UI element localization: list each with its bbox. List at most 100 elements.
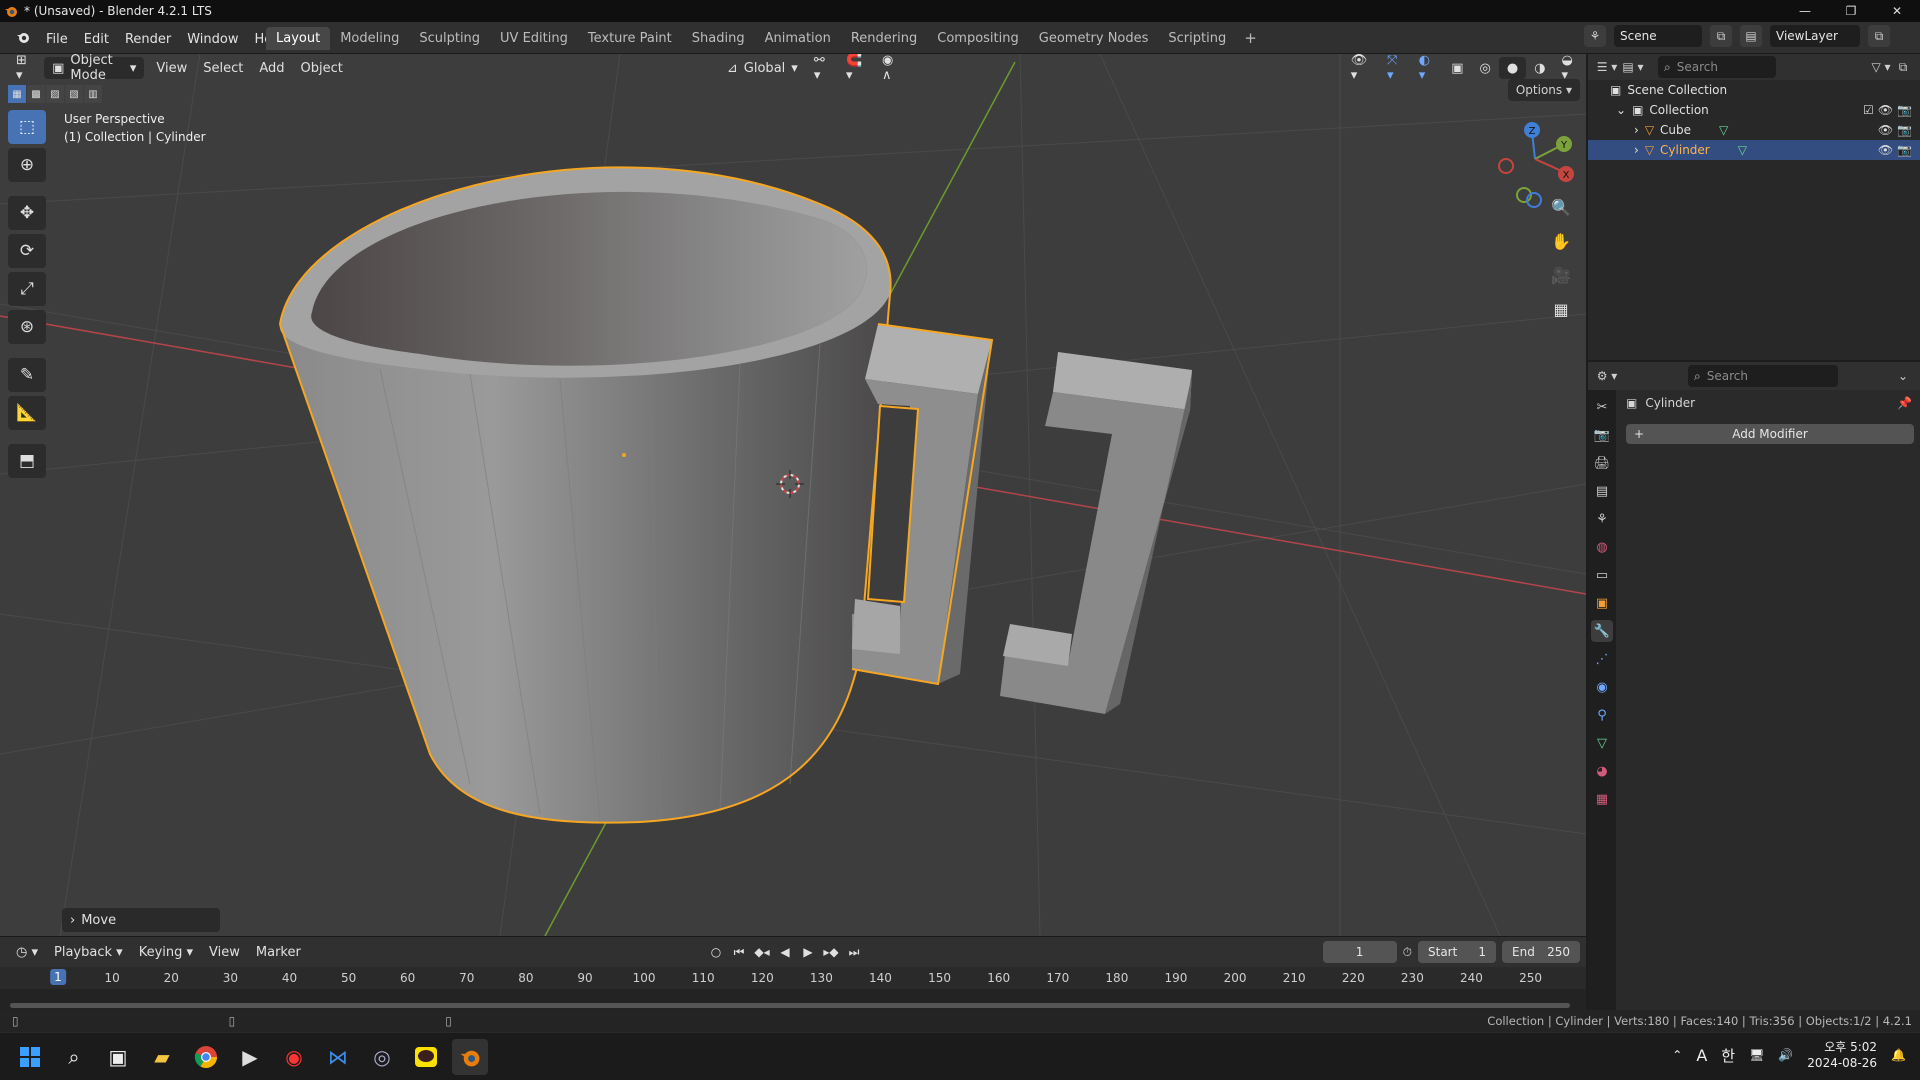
- cube-handle[interactable]: [1000, 352, 1192, 714]
- proportional-edit-icon[interactable]: ◉ ∧: [874, 54, 909, 83]
- ime-language-label[interactable]: 한: [1721, 1045, 1735, 1066]
- menu-edit[interactable]: Edit: [76, 29, 117, 50]
- outliner-item-cylinder[interactable]: › ▽ Cylinder ▽ 👁 📷: [1588, 140, 1920, 160]
- start-frame-field[interactable]: Start 1: [1418, 941, 1496, 963]
- output-tab-icon[interactable]: 🖨: [1591, 452, 1613, 474]
- cursor-tool-icon[interactable]: ⊕: [8, 148, 46, 182]
- notification-bell-icon[interactable]: 🔔: [1891, 1048, 1906, 1062]
- current-frame-field[interactable]: 1: [1322, 941, 1397, 963]
- overlay-toggle-icon[interactable]: ◐ ▾: [1411, 54, 1443, 83]
- scene-collection-row[interactable]: ▣ Scene Collection: [1588, 80, 1920, 100]
- menu-object[interactable]: Object: [293, 57, 351, 79]
- render-tab-icon[interactable]: 📷: [1591, 424, 1613, 446]
- scene-selector[interactable]: Scene: [1614, 25, 1702, 47]
- properties-editor-icon[interactable]: ⚙ ▾: [1596, 365, 1618, 387]
- menu-timeline-view[interactable]: View: [201, 941, 248, 963]
- windows-start-icon[interactable]: [12, 1039, 48, 1075]
- perspective-toggle-icon[interactable]: ▦: [1547, 296, 1575, 322]
- particles-tab-icon[interactable]: ⋰: [1591, 648, 1613, 670]
- checkbox-icon[interactable]: ☑: [1863, 103, 1874, 117]
- maximize-icon[interactable]: ❐: [1828, 0, 1874, 22]
- select-subtract-icon[interactable]: ▨: [46, 85, 64, 103]
- camera-icon[interactable]: 📷: [1897, 123, 1912, 137]
- view-layer-selector[interactable]: ViewLayer: [1770, 25, 1860, 47]
- rotate-tool-icon[interactable]: ⟳: [8, 234, 46, 268]
- chrome-icon[interactable]: [188, 1039, 224, 1075]
- tab-compositing[interactable]: Compositing: [927, 27, 1029, 50]
- tab-animation[interactable]: Animation: [755, 27, 841, 50]
- menu-playback[interactable]: Playback ▾: [46, 941, 131, 963]
- shading-solid-icon[interactable]: ●: [1498, 57, 1527, 79]
- transform-tool-icon[interactable]: ⊛: [8, 310, 46, 344]
- menu-add[interactable]: Add: [251, 57, 292, 79]
- volume-icon[interactable]: 🔊: [1778, 1048, 1793, 1062]
- scene-icon[interactable]: ⚘: [1584, 25, 1606, 47]
- jump-end-icon[interactable]: ⏭: [844, 941, 864, 963]
- outliner[interactable]: ☰ ▾ ▤ ▾ ⌕ Search ▽ ▾ ⧉ ▣ Scene Collectio…: [1588, 54, 1920, 360]
- minimize-icon[interactable]: —: [1782, 0, 1828, 22]
- camera-icon[interactable]: 📷: [1897, 143, 1912, 157]
- tab-scripting[interactable]: Scripting: [1158, 27, 1236, 50]
- move-tool-icon[interactable]: ✥: [8, 196, 46, 230]
- chevron-right-icon[interactable]: ›: [1634, 123, 1639, 137]
- chevron-down-icon[interactable]: ⌄: [1892, 365, 1914, 387]
- select-intersect-icon[interactable]: ▥: [84, 85, 102, 103]
- xray-icon[interactable]: ▣: [1443, 57, 1471, 79]
- properties-search-input[interactable]: ⌕ Search: [1688, 365, 1838, 387]
- visibility-icon[interactable]: 👁 ▾: [1343, 54, 1379, 83]
- annotate-tool-icon[interactable]: ✎: [8, 358, 46, 392]
- shading-wireframe-icon[interactable]: ◎: [1472, 57, 1499, 79]
- chevron-down-icon[interactable]: ⌄: [1616, 103, 1626, 117]
- prev-keyframe-icon[interactable]: ◆◂: [752, 941, 772, 963]
- outliner-item-cube[interactable]: › ▽ Cube ▽ 👁 📷: [1588, 120, 1920, 140]
- collection-row[interactable]: ⌄ ▣ Collection ☑ 👁 📷: [1588, 100, 1920, 120]
- menu-select[interactable]: Select: [195, 57, 251, 79]
- tab-modeling[interactable]: Modeling: [330, 27, 409, 50]
- menu-keying[interactable]: Keying ▾: [131, 941, 201, 963]
- eye-icon[interactable]: 👁: [1878, 143, 1893, 157]
- new-scene-icon[interactable]: ⧉: [1710, 25, 1732, 47]
- chevron-up-icon[interactable]: ⌃: [1672, 1048, 1682, 1062]
- add-modifier-button[interactable]: + Add Modifier: [1626, 424, 1914, 444]
- orientation-selector[interactable]: ⊿ Global ▾: [719, 57, 806, 79]
- play-icon[interactable]: ▶: [798, 941, 818, 963]
- close-icon[interactable]: ✕: [1874, 0, 1920, 22]
- kakaotalk-icon[interactable]: [408, 1039, 444, 1075]
- outliner-editor-icon[interactable]: ☰ ▾: [1596, 56, 1618, 78]
- select-invert-icon[interactable]: ▧: [65, 85, 83, 103]
- frame-ruler[interactable]: 1 10 20 30 40 50 60 70 80 90 100 110 120 130 140 150 160…: [0, 967, 1586, 989]
- options-button[interactable]: Options ▾: [1507, 79, 1580, 101]
- mug-handle-attached[interactable]: [851, 323, 994, 686]
- tab-sculpting[interactable]: Sculpting: [409, 27, 490, 50]
- add-cube-tool-icon[interactable]: ⬒: [8, 444, 46, 478]
- viewport-scene[interactable]: [0, 54, 1586, 936]
- media-player-icon[interactable]: ▶: [232, 1039, 268, 1075]
- end-frame-field[interactable]: End 250: [1502, 941, 1580, 963]
- timeline-scrollbar[interactable]: [10, 1003, 1570, 1008]
- timeline-editor-icon[interactable]: ◷ ▾: [8, 941, 46, 963]
- pan-hand-icon[interactable]: ✋: [1547, 228, 1575, 254]
- jump-start-icon[interactable]: ⏮: [729, 941, 749, 963]
- tab-rendering[interactable]: Rendering: [841, 27, 927, 50]
- select-new-icon[interactable]: ▦: [8, 85, 26, 103]
- tab-geometry-nodes[interactable]: Geometry Nodes: [1029, 27, 1159, 50]
- 3d-viewport[interactable]: ⊞ ▾ ▣ Object Mode ▾ View Select Add Obje…: [0, 54, 1586, 936]
- constraints-tab-icon[interactable]: ⚲: [1591, 704, 1613, 726]
- outliner-search-input[interactable]: ⌕ Search: [1658, 56, 1776, 78]
- menu-marker[interactable]: Marker: [248, 941, 309, 963]
- tab-shading[interactable]: Shading: [682, 27, 755, 50]
- menu-window[interactable]: Window: [179, 29, 246, 50]
- object-tab-icon[interactable]: ▣: [1591, 592, 1613, 614]
- file-explorer-icon[interactable]: ▰: [144, 1039, 180, 1075]
- tab-layout[interactable]: Layout: [266, 27, 331, 50]
- stopwatch-icon[interactable]: ⏱: [1403, 945, 1412, 960]
- editor-type-icon[interactable]: ⊞ ▾: [8, 54, 40, 83]
- clock[interactable]: 오후 5:02 2024-08-26: [1807, 1039, 1877, 1071]
- menu-view[interactable]: View: [148, 57, 195, 79]
- play-reverse-icon[interactable]: ◀: [775, 941, 795, 963]
- data-tab-icon[interactable]: ▽: [1591, 732, 1613, 754]
- eye-icon[interactable]: 👁: [1878, 123, 1893, 137]
- texture-tab-icon[interactable]: ▦: [1591, 788, 1613, 810]
- blender-menu-icon[interactable]: [8, 27, 38, 51]
- properties-editor[interactable]: ⚙ ▾ ⌕ Search ⌄ ✂ 📷 🖨 ▤ ⚘ ◍ ▭ ▣ 🔧 ⋰ ◉ ⚲ ▽…: [1588, 362, 1920, 1010]
